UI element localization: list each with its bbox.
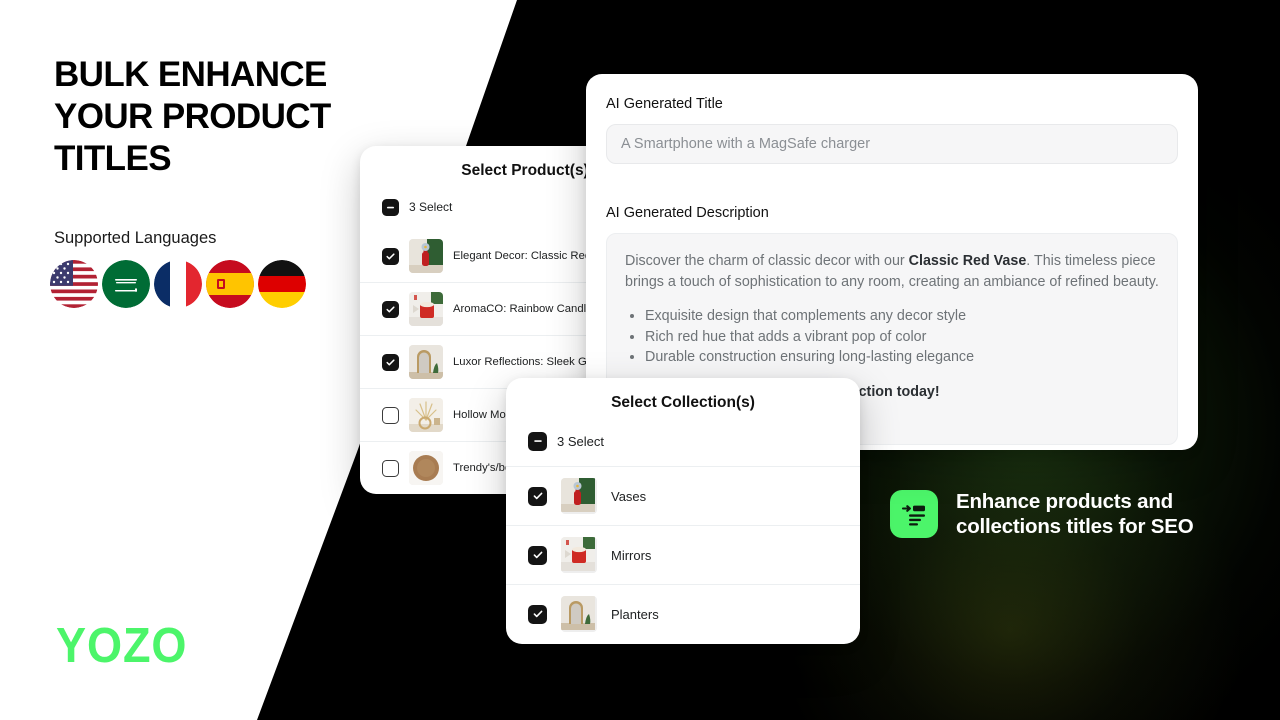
product-checkbox[interactable]: [382, 247, 399, 265]
collections-select-all-label: 3 Select: [557, 433, 604, 449]
text-indent-icon: [890, 490, 938, 538]
gold-mirror-thumb: [561, 596, 597, 632]
collection-row[interactable]: Planters: [506, 584, 860, 643]
product-checkbox[interactable]: [382, 353, 399, 371]
page-title: BULK ENHANCE YOUR PRODUCT TITLES: [54, 55, 331, 178]
list-item: Durable construction ensuring long-lasti…: [645, 347, 1159, 368]
list-item: Rich red hue that adds a vibrant pop of …: [645, 327, 1159, 348]
poster-stage: BULK ENHANCE YOUR PRODUCT TITLES Support…: [0, 0, 1280, 720]
products-select-all-checkbox[interactable]: [382, 198, 399, 216]
collection-checkbox[interactable]: [528, 486, 547, 506]
supported-languages-label: Supported Languages: [54, 229, 217, 247]
red-candle-thumb: [409, 292, 443, 326]
gold-mirror-thumb: [409, 345, 443, 379]
ai-title-input[interactable]: A Smartphone with a MagSafe charger: [606, 124, 1178, 164]
ai-description-bullets: Exquisite design that complements any de…: [645, 306, 1159, 368]
ai-title-label: AI Generated Title: [606, 96, 723, 112]
product-checkbox[interactable]: [382, 459, 399, 477]
collection-label: Mirrors: [611, 547, 652, 563]
collection-row[interactable]: Mirrors: [506, 525, 860, 584]
flag-saudi-arabia-icon: [102, 260, 150, 308]
collection-checkbox[interactable]: [528, 604, 547, 624]
collection-checkbox[interactable]: [528, 545, 547, 565]
red-vase-thumb: [409, 239, 443, 273]
seo-feature-text: Enhance products and collections titles …: [956, 490, 1194, 538]
flag-spain-icon: [206, 260, 254, 308]
collections-card-title: Select Collection(s): [611, 394, 755, 411]
collections-select-all-checkbox[interactable]: [528, 431, 547, 451]
collection-label: Vases: [611, 488, 647, 504]
brand-logo: YOZO: [56, 619, 188, 673]
collections-select-all-row[interactable]: 3 Select: [506, 424, 860, 458]
round-coaster-thumb: [409, 451, 443, 485]
ai-description-label: AI Generated Description: [606, 205, 769, 221]
red-vase-thumb: [561, 478, 597, 514]
flag-france-icon: [154, 260, 202, 308]
product-checkbox[interactable]: [382, 300, 399, 318]
pampas-vase-thumb: [409, 398, 443, 432]
supported-language-flags: [50, 260, 306, 308]
ai-title-value: A Smartphone with a MagSafe charger: [621, 136, 871, 152]
seo-feature-badge: Enhance products and collections titles …: [890, 489, 1280, 539]
red-candle-thumb: [561, 537, 597, 573]
collection-label: Planters: [611, 606, 659, 622]
collection-row[interactable]: Vases: [506, 466, 860, 525]
list-item: Exquisite design that complements any de…: [645, 306, 1159, 327]
flag-germany-icon: [258, 260, 306, 308]
product-checkbox[interactable]: [382, 406, 399, 424]
ai-description-paragraph: Discover the charm of classic decor with…: [625, 253, 1159, 290]
flag-united-states-icon: [50, 260, 98, 308]
products-select-all-label: 3 Select: [409, 200, 453, 214]
collections-list: Vases Mirrors Planters: [506, 466, 860, 643]
select-collections-card: Select Collection(s) 3 Select Vases Mirr…: [506, 378, 860, 644]
